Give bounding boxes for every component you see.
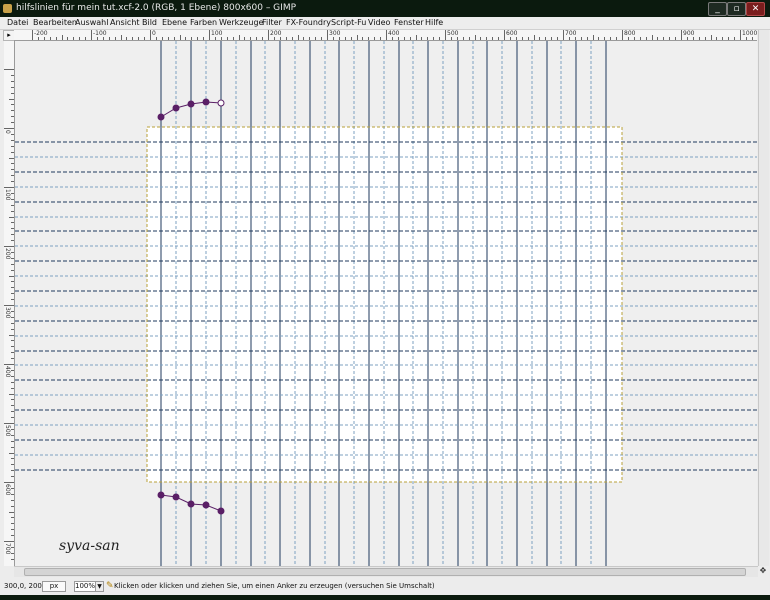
path-anchor [172,493,180,501]
ruler-label: 200 [4,248,11,260]
status-message: Klicken oder klicken und ziehen Sie, um … [114,582,435,590]
taskbar-strip [0,595,770,600]
ruler-label: 1000 [742,30,758,37]
horizontal-scrollbar[interactable] [14,566,758,577]
canvas-drawing[interactable]: syva-san [15,41,757,566]
horizontal-ruler[interactable]: -200 -100 0 100 200 300 400 500 600 700 800 900 1000 [14,30,757,41]
minimize-button[interactable]: _ [708,2,727,16]
ruler-label: 700 [4,543,11,555]
ruler-label: 700 [565,30,577,37]
navigate-icon[interactable]: ✥ [758,566,768,576]
pen-hint-icon: ✎ [106,581,114,591]
ruler-label: 0 [152,30,156,37]
menu-farben[interactable]: Farben [190,17,217,29]
path-anchor [217,99,225,107]
menu-video[interactable]: Video [368,17,390,29]
ruler-label: 500 [4,425,11,437]
ruler-label: 100 [211,30,223,37]
gimp-app-icon [3,4,12,13]
zoom-dropdown-icon[interactable]: ▼ [95,581,104,592]
path-anchor [157,491,165,499]
ruler-label: 200 [270,30,282,37]
path-anchor [202,501,210,509]
vertical-ruler[interactable]: 0 100 200 300 400 500 600 700 [4,41,15,566]
ruler-label: 800 [624,30,636,37]
ruler-label: 600 [506,30,518,37]
menu-bearbeiten[interactable]: Bearbeiten [33,17,77,29]
menu-ebene[interactable]: Ebene [162,17,187,29]
ruler-label: -200 [34,30,48,37]
path-anchor [187,100,195,108]
title-bar: hilfslinien für mein tut.xcf-2.0 (RGB, 1… [0,0,770,17]
ruler-label: 500 [447,30,459,37]
path-anchor [202,98,210,106]
menu-datei[interactable]: Datei [7,17,28,29]
maximize-button[interactable]: ▫ [727,2,746,16]
menu-auswahl[interactable]: Auswahl [75,17,108,29]
menu-fx-foundry[interactable]: FX-Foundry [286,17,331,29]
path-anchor [157,113,165,121]
unit-selector[interactable]: px [42,581,66,592]
ruler-label: 600 [4,484,11,496]
menu-filter[interactable]: Filter [262,17,282,29]
ruler-label: 400 [4,366,11,378]
ruler-label: 300 [4,307,11,319]
path-anchor [172,104,180,112]
menu-ansicht[interactable]: Ansicht [110,17,140,29]
menu-werkzeuge[interactable]: Werkzeuge [219,17,263,29]
status-bar: 300,0, 200,0 px 100% ▼ ✎ Klicken oder kl… [0,577,770,595]
ruler-label: 400 [388,30,400,37]
image-canvas[interactable]: syva-san [15,41,757,566]
window-title: hilfslinien für mein tut.xcf-2.0 (RGB, 1… [16,3,297,13]
vertical-scrollbar[interactable] [758,30,769,566]
close-button[interactable]: ✕ [746,2,765,16]
menu-bar: Datei Bearbeiten Auswahl Ansicht Bild Eb… [0,17,770,30]
menu-script-fu[interactable]: Script-Fu [331,17,366,29]
path-anchor [217,507,225,515]
ruler-label: 0 [4,130,11,134]
ruler-label: 300 [329,30,341,37]
horizontal-scroll-thumb[interactable] [24,568,746,576]
ruler-label: 900 [683,30,695,37]
menu-fenster[interactable]: Fenster [394,17,424,29]
menu-hilfe[interactable]: Hilfe [425,17,443,29]
ruler-label: 100 [4,189,11,201]
watermark-text: syva-san [59,538,120,554]
zoom-field[interactable]: 100% [74,581,96,592]
ruler-label: -100 [93,30,107,37]
path-anchor [187,500,195,508]
menu-bild[interactable]: Bild [142,17,157,29]
